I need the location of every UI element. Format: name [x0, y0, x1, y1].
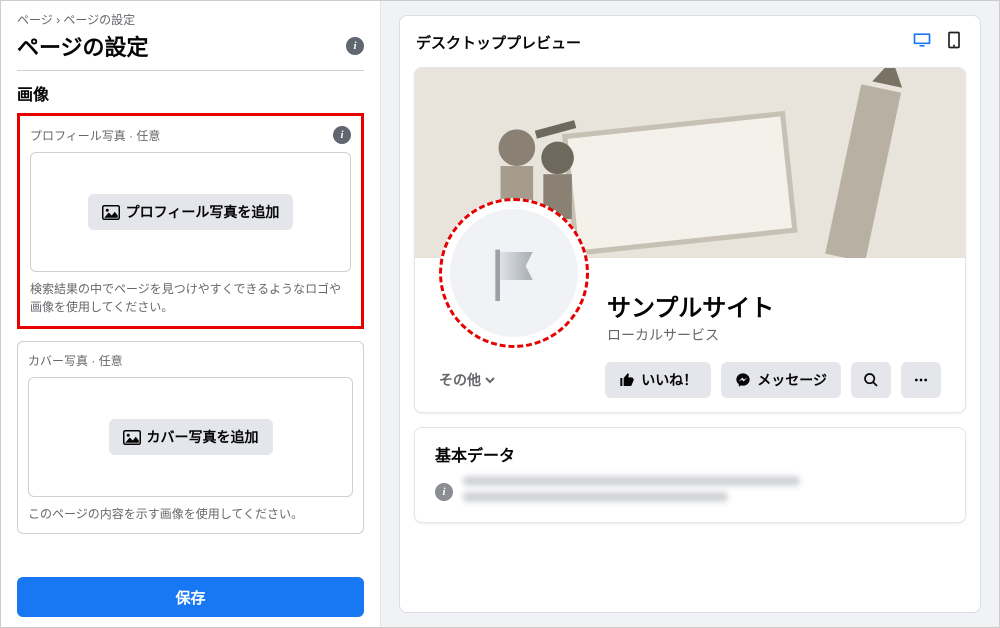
image-icon	[102, 205, 120, 220]
thumbs-up-icon	[619, 372, 635, 388]
profile-photo-helper: 検索結果の中でページを見つけやすくできるようなロゴや画像を使用してください。	[30, 280, 351, 316]
page-preview: サンプルサイト ローカルサービス その他 いいね！ メッセージ	[414, 67, 966, 413]
messenger-icon	[735, 372, 751, 388]
tab-other[interactable]: その他	[439, 370, 495, 390]
info-icon[interactable]: i	[333, 126, 351, 144]
message-button[interactable]: メッセージ	[721, 362, 841, 398]
profile-photo-block: プロフィール写真 · 任意 i プロフィール写真を追加 検索結果の中でページを見…	[17, 113, 364, 329]
basic-data-title: 基本データ	[435, 442, 945, 466]
cover-photo-helper: このページの内容を示す画像を使用してください。	[28, 505, 353, 523]
desktop-icon[interactable]	[912, 30, 932, 55]
preview-panel: デスクトッププレビュー	[381, 1, 999, 627]
profile-avatar-placeholder	[450, 209, 578, 337]
cover-photo-label: カバー写真 · 任意	[28, 352, 123, 369]
dots-icon	[913, 372, 929, 388]
image-icon	[123, 430, 141, 445]
chevron-down-icon	[485, 375, 495, 385]
page-category: ローカルサービス	[607, 325, 774, 345]
save-button[interactable]: 保存	[17, 577, 364, 617]
basic-data-card: 基本データ i	[414, 427, 966, 523]
page-title: ページの設定	[17, 30, 149, 62]
add-profile-photo-button[interactable]: プロフィール写真を追加	[88, 194, 294, 230]
like-label: いいね！	[641, 370, 697, 390]
profile-photo-label: プロフィール写真 · 任意	[30, 127, 160, 144]
cover-photo-dropzone[interactable]: カバー写真を追加	[28, 377, 353, 497]
breadcrumb: ページ › ページの設定	[17, 11, 364, 28]
search-icon	[863, 372, 879, 388]
add-profile-photo-label: プロフィール写真を追加	[126, 202, 280, 222]
cover-photo-block: カバー写真 · 任意 カバー写真を追加 このページの内容を示す画像を使用してくだ…	[17, 341, 364, 534]
placeholder-text	[463, 476, 945, 508]
more-button[interactable]	[901, 362, 941, 398]
info-icon[interactable]: i	[346, 37, 364, 55]
profile-photo-dropzone[interactable]: プロフィール写真を追加	[30, 152, 351, 272]
add-cover-photo-button[interactable]: カバー写真を追加	[109, 419, 273, 455]
tab-other-label: その他	[439, 370, 481, 390]
profile-avatar-highlight	[439, 198, 589, 348]
add-cover-photo-label: カバー写真を追加	[147, 427, 259, 447]
preview-card: デスクトッププレビュー	[399, 15, 981, 613]
mobile-icon[interactable]	[944, 30, 964, 55]
info-icon: i	[435, 483, 453, 501]
message-label: メッセージ	[757, 370, 827, 390]
settings-panel: ページ › ページの設定 ページの設定 i 画像 プロフィール写真 · 任意 i…	[1, 1, 381, 627]
like-button[interactable]: いいね！	[605, 362, 711, 398]
flag-icon	[479, 238, 549, 308]
preview-title: デスクトッププレビュー	[416, 32, 581, 53]
page-name: サンプルサイト	[607, 288, 774, 323]
section-images-label: 画像	[17, 81, 364, 105]
search-button[interactable]	[851, 362, 891, 398]
